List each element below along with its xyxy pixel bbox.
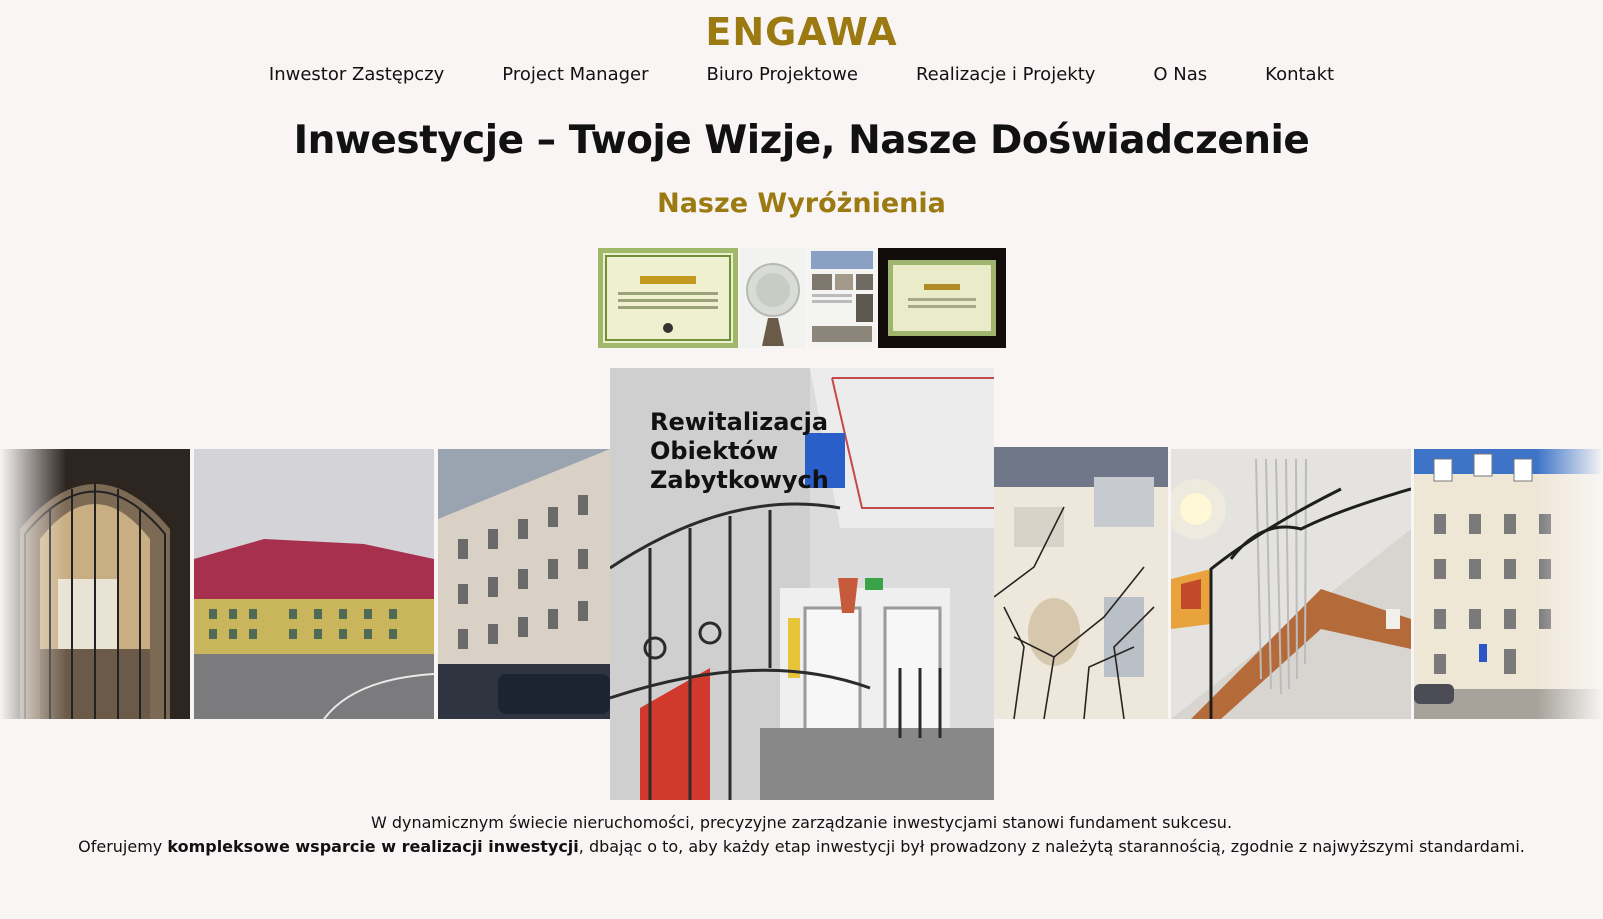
nav-item-project-manager[interactable]: Project Manager <box>473 64 677 85</box>
intro-text: W dynamicznym świecie nieruchomości, pre… <box>0 811 1603 859</box>
gallery-image-chandelier[interactable] <box>1171 449 1411 719</box>
award-article-image[interactable] <box>808 248 876 348</box>
nav-item-kontakt[interactable]: Kontakt <box>1236 64 1363 85</box>
site-logo[interactable]: ENGAWA <box>0 10 1603 54</box>
nav-item-o-nas[interactable]: O Nas <box>1124 64 1236 85</box>
gallery-image-facade-trees[interactable] <box>994 447 1168 719</box>
main-nav: Inwestor Zastępczy Project Manager Biuro… <box>0 64 1603 85</box>
gallery-image-iron-gate[interactable] <box>0 449 190 719</box>
gallery-image-tenement-street[interactable] <box>438 449 610 719</box>
intro-line-2-pre: Oferujemy <box>78 837 168 856</box>
intro-line-2-post: , dbając o to, aby każdy etap inwestycji… <box>578 837 1525 856</box>
nav-item-inwestor-zastepczy[interactable]: Inwestor Zastępczy <box>240 64 473 85</box>
award-medal-image[interactable] <box>740 248 806 348</box>
award-certificate-image[interactable] <box>598 248 738 348</box>
nav-item-biuro-projektowe[interactable]: Biuro Projektowe <box>678 64 887 85</box>
intro-line-2-bold: kompleksowe wsparcie w realizacji inwest… <box>167 837 579 856</box>
intro-line-2: Oferujemy kompleksowe wsparcie w realiza… <box>0 835 1603 859</box>
awards-title: Nasze Wyróżnienia <box>657 188 946 219</box>
nav-item-realizacje-i-projekty[interactable]: Realizacje i Projekty <box>887 64 1124 85</box>
page-title: Inwestycje – Twoje Wizje, Nasze Doświadc… <box>293 118 1310 163</box>
gallery-active-caption: Rewitalizacja Obiektów Zabytkowych <box>650 408 829 494</box>
gallery-image-townhouse[interactable] <box>1414 449 1603 719</box>
intro-line-1: W dynamicznym świecie nieruchomości, pre… <box>370 813 1233 832</box>
award-framed-diploma-image[interactable] <box>878 248 1006 348</box>
gallery-image-school-building[interactable] <box>194 449 434 719</box>
